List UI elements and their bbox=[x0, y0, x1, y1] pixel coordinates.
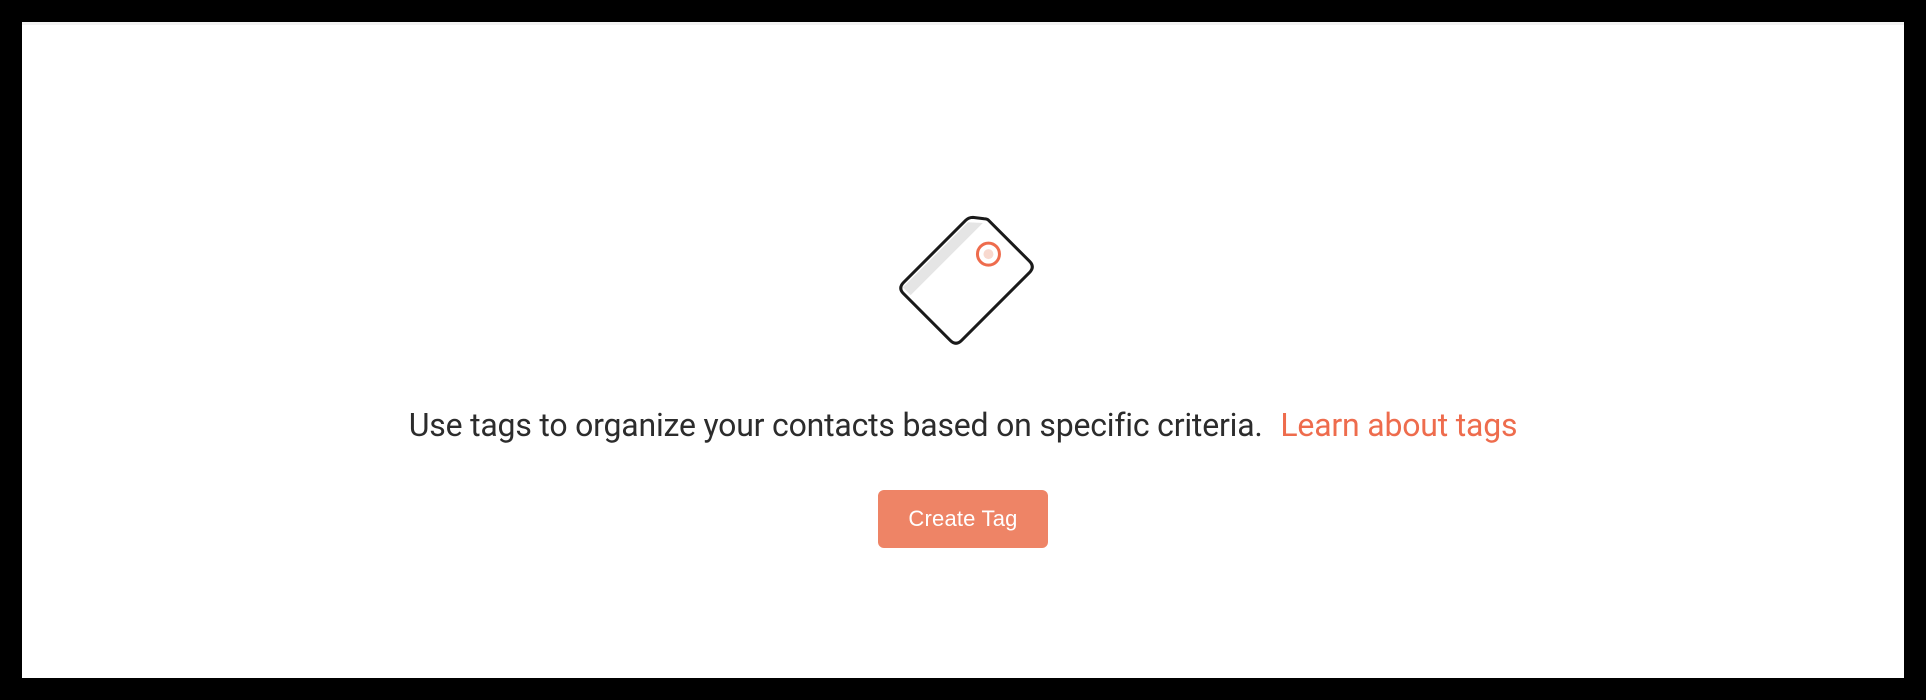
learn-about-tags-link[interactable]: Learn about tags bbox=[1280, 406, 1517, 444]
outer-frame: Use tags to organize your contacts based… bbox=[0, 0, 1926, 700]
create-tag-button[interactable]: Create Tag bbox=[878, 490, 1047, 548]
description-text: Use tags to organize your contacts based… bbox=[409, 406, 1263, 444]
empty-state-panel: Use tags to organize your contacts based… bbox=[22, 22, 1904, 678]
tag-icon bbox=[878, 196, 1048, 366]
empty-state-description: Use tags to organize your contacts based… bbox=[409, 406, 1518, 444]
